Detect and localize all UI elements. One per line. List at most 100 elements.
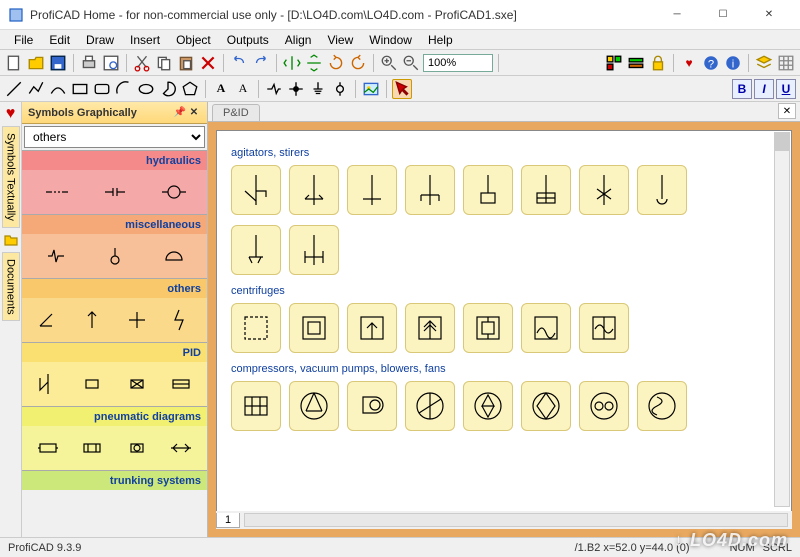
symbol-tile[interactable] <box>463 303 513 353</box>
symbol-tile[interactable] <box>521 165 571 215</box>
flip-h-icon[interactable] <box>282 53 302 73</box>
pin-icon[interactable]: 📌 <box>173 106 187 120</box>
junction-icon[interactable] <box>286 79 306 99</box>
symbol-thumb[interactable] <box>31 367 65 401</box>
grid-icon[interactable] <box>776 53 796 73</box>
symbol-thumb[interactable] <box>120 367 154 401</box>
symbol-thumb[interactable] <box>164 367 198 401</box>
symbol-tile[interactable] <box>231 165 281 215</box>
symbol-tile[interactable] <box>347 381 397 431</box>
curve-icon[interactable] <box>48 79 68 99</box>
line-icon[interactable] <box>4 79 24 99</box>
menu-align[interactable]: Align <box>277 31 320 49</box>
symbol-tile[interactable] <box>463 381 513 431</box>
polygon-icon[interactable] <box>180 79 200 99</box>
close-doc-icon[interactable]: ✕ <box>778 103 796 119</box>
symbol-thumb[interactable] <box>39 239 73 273</box>
minimize-button[interactable]: ─ <box>654 0 700 30</box>
symbol-tile[interactable] <box>463 165 513 215</box>
rotate-icon[interactable] <box>326 53 346 73</box>
tab-documents[interactable]: Documents <box>2 252 20 322</box>
save-icon[interactable] <box>48 53 68 73</box>
italic-button[interactable]: I <box>754 79 774 99</box>
arc-icon[interactable] <box>114 79 134 99</box>
cat-miscellaneous[interactable]: miscellaneous <box>22 214 207 234</box>
underline-button[interactable]: U <box>776 79 796 99</box>
symbol-thumb[interactable] <box>98 239 132 273</box>
cat-hydraulics[interactable]: hydraulics <box>22 150 207 170</box>
symbol-thumb[interactable] <box>75 303 109 337</box>
palette-1-icon[interactable] <box>604 53 624 73</box>
symbol-tile[interactable] <box>579 303 629 353</box>
symbol-tile[interactable] <box>289 225 339 275</box>
symbol-tile[interactable] <box>405 165 455 215</box>
wire-icon[interactable] <box>264 79 284 99</box>
symbol-tile[interactable] <box>231 303 281 353</box>
symbol-tile[interactable] <box>289 303 339 353</box>
pie-icon[interactable] <box>158 79 178 99</box>
cat-pid[interactable]: PID <box>22 342 207 362</box>
image-icon[interactable] <box>361 79 381 99</box>
symbol-tile[interactable] <box>579 381 629 431</box>
symbol-tile[interactable] <box>521 303 571 353</box>
symbol-tile[interactable] <box>637 165 687 215</box>
rotate-ccw-icon[interactable] <box>348 53 368 73</box>
symbol-thumb[interactable] <box>157 175 191 209</box>
zoom-in-icon[interactable] <box>379 53 399 73</box>
symbol-tile[interactable] <box>289 165 339 215</box>
print-preview-icon[interactable] <box>101 53 121 73</box>
terminal-icon[interactable] <box>330 79 350 99</box>
zoom-out-icon[interactable] <box>401 53 421 73</box>
info-icon[interactable]: i <box>723 53 743 73</box>
paste-icon[interactable] <box>176 53 196 73</box>
symbol-thumb[interactable] <box>98 175 132 209</box>
ellipse-icon[interactable] <box>136 79 156 99</box>
menu-file[interactable]: File <box>6 31 41 49</box>
new-icon[interactable] <box>4 53 24 73</box>
sheet-tab[interactable]: 1 <box>216 513 240 528</box>
text2-icon[interactable]: A <box>233 79 253 99</box>
menu-object[interactable]: Object <box>168 31 219 49</box>
symbol-tile[interactable] <box>579 165 629 215</box>
flip-v-icon[interactable] <box>304 53 324 73</box>
symbol-thumb[interactable] <box>120 303 154 337</box>
symbol-tile[interactable] <box>231 381 281 431</box>
maximize-button[interactable]: ☐ <box>700 0 746 30</box>
symbol-tile[interactable] <box>289 381 339 431</box>
open-icon[interactable] <box>26 53 46 73</box>
symbol-tile[interactable] <box>405 381 455 431</box>
menu-view[interactable]: View <box>319 31 361 49</box>
undo-icon[interactable] <box>229 53 249 73</box>
lock-icon[interactable] <box>648 53 668 73</box>
cat-others[interactable]: others <box>22 278 207 298</box>
horizontal-scrollbar[interactable] <box>244 513 788 527</box>
menu-edit[interactable]: Edit <box>41 31 78 49</box>
menu-window[interactable]: Window <box>361 31 420 49</box>
category-dropdown[interactable]: others <box>24 126 205 148</box>
symbol-tile[interactable] <box>347 303 397 353</box>
copy-icon[interactable] <box>154 53 174 73</box>
menu-draw[interactable]: Draw <box>78 31 122 49</box>
close-button[interactable]: ✕ <box>746 0 792 30</box>
polyline-icon[interactable] <box>26 79 46 99</box>
help-icon[interactable]: ? <box>701 53 721 73</box>
ground-icon[interactable] <box>308 79 328 99</box>
symbol-tile[interactable] <box>637 381 687 431</box>
menu-help[interactable]: Help <box>420 31 461 49</box>
redo-icon[interactable] <box>251 53 271 73</box>
roundrect-icon[interactable] <box>92 79 112 99</box>
bold-button[interactable]: B <box>732 79 752 99</box>
cat-pneumatic[interactable]: pneumatic diagrams <box>22 406 207 426</box>
symbol-thumb[interactable] <box>75 431 109 465</box>
symbol-thumb[interactable] <box>75 367 109 401</box>
symbol-thumb[interactable] <box>164 431 198 465</box>
print-icon[interactable] <box>79 53 99 73</box>
vertical-scrollbar[interactable] <box>774 132 790 507</box>
symbol-thumb[interactable] <box>120 431 154 465</box>
delete-icon[interactable] <box>198 53 218 73</box>
symbol-tile[interactable] <box>231 225 281 275</box>
symbol-tile[interactable] <box>521 381 571 431</box>
rect-icon[interactable] <box>70 79 90 99</box>
symbol-tile[interactable] <box>405 303 455 353</box>
symbol-thumb[interactable] <box>157 239 191 273</box>
